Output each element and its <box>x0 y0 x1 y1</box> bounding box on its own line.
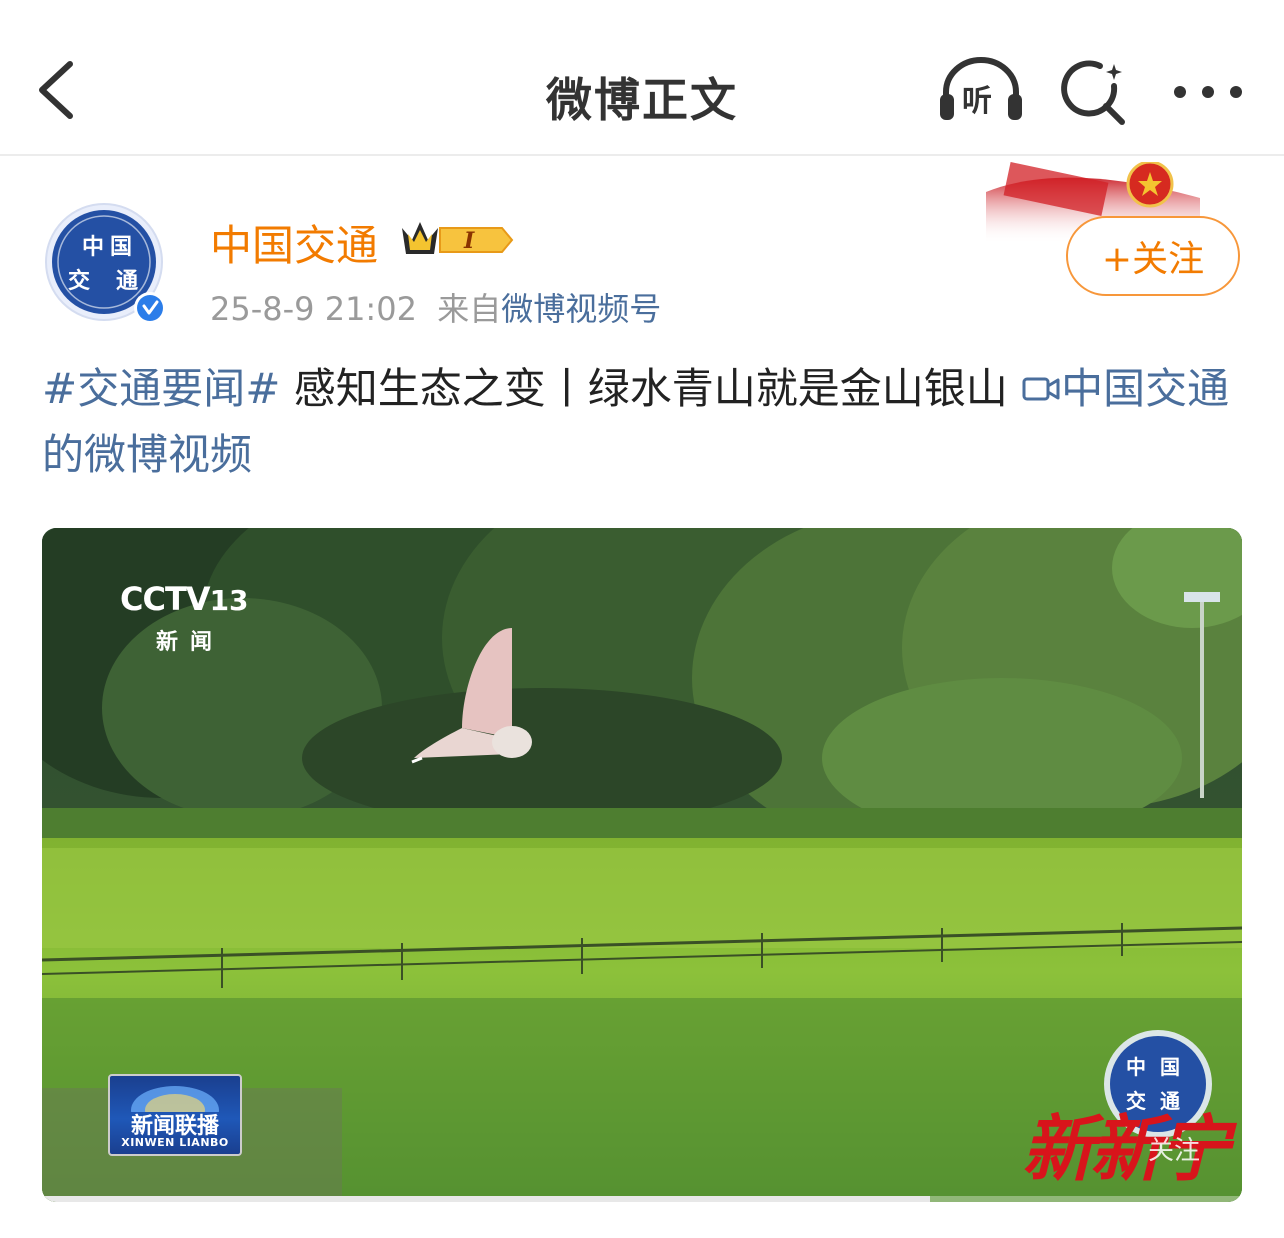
avatar-logo-icon: 中 国 交 通 <box>45 203 166 324</box>
program-subtitle: XINWEN LIANBO <box>121 1136 229 1149</box>
more-button[interactable] <box>1168 74 1248 110</box>
post-body: 感知生态之变丨绿水青山就是金山银山 <box>280 364 1022 413</box>
avatar-char: 交 <box>68 268 90 294</box>
watermark-logo-char: 中 <box>1126 1055 1146 1079</box>
avatar-char: 通 <box>116 269 138 294</box>
top-bar: 微博正文 听 <box>0 0 1284 156</box>
vip-level: I <box>463 228 475 254</box>
source-link[interactable]: 微博视频号 <box>501 290 661 328</box>
vip-badge[interactable]: I <box>396 214 518 264</box>
more-dots-icon <box>1174 86 1242 98</box>
verified-badge-icon <box>137 295 163 321</box>
watermark-follow: 关注 <box>1148 1136 1201 1166</box>
avatar[interactable]: 中 国 交 通 <box>44 202 168 326</box>
cctv-subtitle: 新闻 <box>156 630 225 655</box>
tree-canopy <box>42 528 1242 848</box>
video-camera-icon <box>1022 377 1060 401</box>
crown-badge-icon: I <box>402 222 514 254</box>
avatar-char: 中 <box>82 235 104 260</box>
video-player[interactable]: CCTV13 新闻 新闻联播 XINWEN LIANBO 中 国 交 通 新新宁… <box>42 528 1242 1202</box>
listen-label: 听 <box>962 84 992 119</box>
avatar-char: 国 <box>110 235 132 260</box>
follow-button[interactable]: +关注 <box>1066 216 1240 296</box>
post-timestamp: 25-8-9 21:02 <box>210 290 417 328</box>
globe-icon <box>131 1086 219 1112</box>
program-logo: 新闻联播 XINWEN LIANBO <box>108 1074 242 1156</box>
cctv-logo-text: CCTV <box>120 580 211 618</box>
author-name[interactable]: 中国交通 <box>210 212 378 273</box>
cctv-logo: CCTV13 <box>120 580 249 618</box>
post-text: #交通要闻# 感知生态之变丨绿水青山就是金山银山 中国交通的微博视频 <box>42 356 1242 488</box>
search-icon <box>1061 60 1125 125</box>
watermark-logo-char: 国 <box>1160 1055 1180 1079</box>
cctv-channel-number: 13 <box>209 584 249 617</box>
search-button[interactable] <box>1058 58 1132 128</box>
source-prefix: 来自 <box>437 290 502 328</box>
topic-hashtag[interactable]: #交通要闻# <box>42 364 280 413</box>
post-meta: 25-8-9 21:02 来自微博视频号 <box>210 284 661 330</box>
video-progress-fill <box>42 1196 930 1202</box>
